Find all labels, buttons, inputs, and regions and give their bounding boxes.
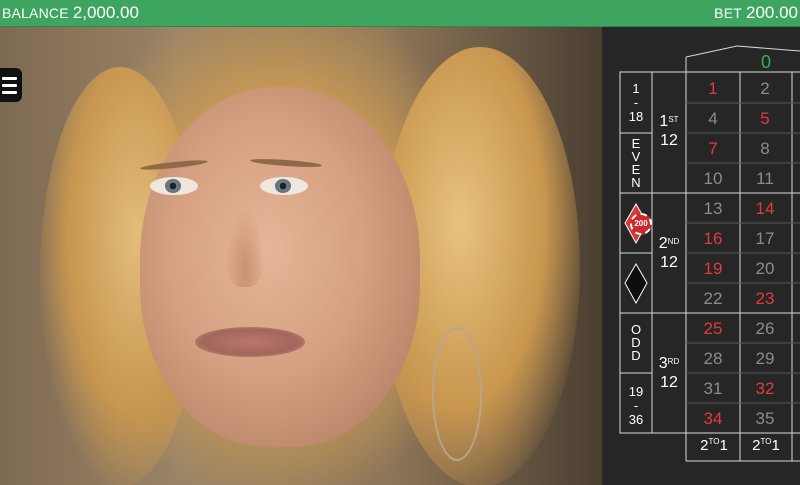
bet-number[interactable]: 22: [688, 284, 738, 313]
video-face: [140, 87, 420, 447]
dozen-1-num: 1: [659, 113, 669, 130]
bet-number[interactable]: 1: [688, 74, 738, 103]
high-dash: -: [633, 398, 639, 413]
bet-dozen-1[interactable]: 1ST 12: [652, 112, 686, 150]
bet-number[interactable]: 26: [740, 314, 790, 343]
bet-column-2[interactable]: 2TO1: [740, 437, 792, 454]
bet-number[interactable]: 28: [688, 344, 738, 373]
column-2-main: 2: [752, 437, 761, 454]
hamburger-menu-icon: [2, 76, 17, 80]
balance-display: BALANCE 2,000.00: [2, 3, 139, 23]
balance-value: 2,000.00: [72, 3, 139, 22]
bet-low-1-18[interactable]: 1 - 18: [620, 82, 652, 124]
bet-number[interactable]: 29: [740, 344, 790, 373]
bet-even[interactable]: EVEN: [620, 137, 652, 189]
video-nose: [225, 207, 265, 287]
bet-value: 200.00: [746, 3, 798, 22]
bet-dozen-3[interactable]: 3RD 12: [652, 354, 686, 392]
bet-odd[interactable]: ODD: [620, 323, 652, 362]
high-top-label: 19: [628, 384, 644, 399]
dozen-1-count: 12: [660, 132, 678, 149]
bet-column-1[interactable]: 2TO1: [688, 437, 740, 454]
bet-chip[interactable]: 200: [630, 213, 652, 235]
bet-number[interactable]: 7: [688, 134, 738, 163]
bet-number[interactable]: 17: [740, 224, 790, 253]
bet-number[interactable]: 25: [688, 314, 738, 343]
bet-number[interactable]: 20: [740, 254, 790, 283]
bet-dozen-2[interactable]: 2ND 12: [652, 234, 686, 272]
bet-number[interactable]: 13: [688, 194, 738, 223]
video-eye-right: [260, 177, 308, 195]
bet-zero[interactable]: 0: [741, 47, 791, 77]
roulette-table: 0 1 2 4 5 7 8 10 11 13 14 16 17 19 20 22…: [602, 27, 800, 485]
bet-number[interactable]: 10: [688, 164, 738, 193]
dozen-2-num: 2: [658, 235, 668, 252]
bet-number[interactable]: 16: [688, 224, 738, 253]
column-2-end: 1: [771, 437, 780, 454]
bet-number[interactable]: 34: [688, 404, 738, 433]
low-dash: -: [633, 95, 639, 110]
bet-number[interactable]: 23: [740, 284, 790, 313]
bet-display: BET 200.00: [714, 3, 798, 23]
column-1-end: 1: [719, 437, 728, 454]
column-1-main: 2: [700, 437, 709, 454]
dozen-1-sup: ST: [668, 115, 679, 124]
video-mouth: [195, 327, 305, 357]
menu-button[interactable]: [0, 68, 22, 102]
bet-label: BET: [714, 5, 742, 21]
bet-number[interactable]: 32: [740, 374, 790, 403]
bet-number[interactable]: 14: [740, 194, 790, 223]
hamburger-menu-icon-line: [2, 90, 17, 94]
bet-high-19-36[interactable]: 19 - 36: [620, 385, 652, 427]
column-2-sup: TO: [760, 437, 772, 446]
high-bottom-label: 36: [628, 412, 644, 427]
dozen-3-num: 3: [658, 355, 668, 372]
dozen-2-count: 12: [660, 254, 678, 271]
dozen-3-count: 12: [660, 374, 678, 391]
bet-number[interactable]: 35: [740, 404, 790, 433]
bet-number[interactable]: 8: [740, 134, 790, 163]
video-earring: [432, 327, 482, 461]
dozen-3-sup: RD: [667, 357, 680, 366]
bet-black[interactable]: [620, 253, 652, 313]
bet-number[interactable]: 4: [688, 104, 738, 133]
balance-label: BALANCE: [2, 5, 69, 21]
column-1-sup: TO: [708, 437, 720, 446]
bet-number[interactable]: 19: [688, 254, 738, 283]
low-bottom-label: 18: [628, 109, 644, 124]
bet-number[interactable]: 2: [740, 74, 790, 103]
bet-number[interactable]: 5: [740, 104, 790, 133]
bet-number[interactable]: 11: [740, 164, 790, 193]
dealer-video: [0, 27, 602, 485]
low-top-label: 1: [632, 81, 640, 96]
bet-number[interactable]: 31: [688, 374, 738, 403]
top-bar: BALANCE 2,000.00 BET 200.00: [0, 0, 800, 27]
video-eye-left: [150, 177, 198, 195]
dozen-2-sup: ND: [667, 237, 680, 246]
hamburger-menu-icon-line: [2, 83, 17, 87]
